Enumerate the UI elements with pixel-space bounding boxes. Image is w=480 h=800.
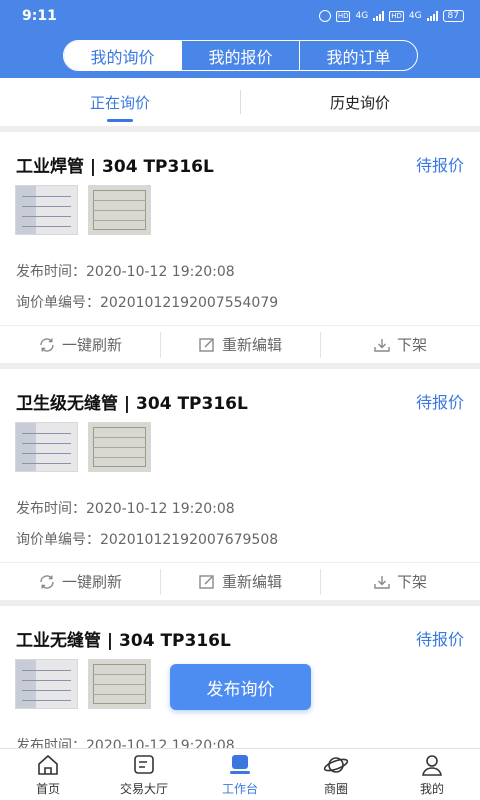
inquiry-title: 工业无缝管 | 304 TP316L — [16, 631, 231, 651]
attachment-thumbnails — [15, 422, 151, 472]
tab-my-order[interactable]: 我的订单 — [299, 41, 417, 70]
download-icon — [374, 575, 390, 589]
nav-label: 工作台 — [221, 781, 258, 796]
attachment-thumbnails — [15, 659, 151, 709]
card-actions: 一键刷新 重新编辑 下架 — [0, 325, 480, 363]
nav-business-circle[interactable]: 商圈 — [288, 749, 384, 800]
card-actions: 一键刷新 重新编辑 下架 — [0, 562, 480, 600]
edit-label: 重新编辑 — [221, 336, 282, 354]
unlist-button[interactable]: 下架 — [320, 563, 480, 600]
network-type-2: 4G — [408, 11, 422, 21]
signal-icon-2 — [426, 11, 438, 21]
planet-icon — [323, 756, 349, 773]
nav-label: 首页 — [35, 781, 60, 796]
unlist-label: 下架 — [396, 336, 427, 354]
status-badge: 待报价 — [415, 393, 464, 412]
inquiry-number: 询价单编号：20201012192007554079 — [16, 295, 279, 311]
user-icon — [422, 754, 442, 776]
trade-hall-icon — [134, 754, 154, 774]
attachment-image[interactable] — [15, 185, 78, 235]
nav-mine[interactable]: 我的 — [384, 749, 480, 800]
nav-trade-hall[interactable]: 交易大厅 — [96, 749, 192, 800]
nav-label: 我的 — [419, 781, 444, 796]
status-badge: 待报价 — [415, 156, 464, 175]
status-bar: 9:11 HD 4G HD 4G 87 — [0, 0, 480, 32]
subtab-history[interactable]: 历史询价 — [240, 78, 480, 126]
refresh-icon — [40, 337, 54, 352]
refresh-icon — [40, 574, 54, 589]
signal-icon — [373, 11, 385, 21]
divider — [240, 90, 241, 114]
status-time: 9:11 — [22, 8, 57, 24]
app-header: 9:11 HD 4G HD 4G 87 我的询价 我的报价 我的订单 — [0, 0, 480, 78]
inquiry-title: 工业焊管 | 304 TP316L — [16, 157, 214, 177]
inquiry-title: 卫生级无缝管 | 304 TP316L — [16, 394, 248, 414]
nav-label: 交易大厅 — [119, 781, 168, 796]
inquiry-number: 询价单编号：20201012192007679508 — [16, 532, 279, 548]
inquiry-card[interactable]: 卫生级无缝管 | 304 TP316L 待报价 发布时间：2020-10-12 … — [0, 369, 480, 600]
publish-time: 发布时间：2020-10-12 19:20:08 — [16, 264, 235, 280]
tab-my-quote[interactable]: 我的报价 — [181, 41, 299, 70]
network-type: 4G — [355, 11, 369, 21]
attachment-image[interactable] — [88, 422, 151, 472]
status-icons: HD 4G HD 4G 87 — [318, 10, 464, 22]
workbench-icon — [230, 754, 250, 774]
refresh-label: 一键刷新 — [61, 336, 122, 354]
refresh-button[interactable]: 一键刷新 — [0, 563, 160, 600]
refresh-button[interactable]: 一键刷新 — [0, 326, 160, 363]
nav-workbench[interactable]: 工作台 — [192, 749, 288, 800]
sub-tabs: 正在询价 历史询价 — [0, 78, 480, 126]
edit-icon — [199, 574, 214, 589]
inquiry-card[interactable]: 工业焊管 | 304 TP316L 待报价 发布时间：2020-10-12 19… — [0, 132, 480, 363]
attachment-image[interactable] — [15, 659, 78, 709]
battery-icon: 87 — [442, 10, 464, 22]
segment-tabs: 我的询价 我的报价 我的订单 — [63, 40, 418, 71]
unlist-label: 下架 — [396, 573, 427, 591]
alarm-icon — [318, 10, 331, 22]
attachment-image[interactable] — [88, 659, 151, 709]
attachment-image[interactable] — [88, 185, 151, 235]
publish-inquiry-button[interactable]: 发布询价 — [170, 664, 311, 710]
edit-button[interactable]: 重新编辑 — [160, 326, 320, 363]
attachment-image[interactable] — [15, 422, 78, 472]
nav-home[interactable]: 首页 — [0, 749, 96, 800]
inquiry-list: 工业焊管 | 304 TP316L 待报价 发布时间：2020-10-12 19… — [0, 126, 480, 748]
status-badge: 待报价 — [415, 630, 464, 649]
publish-time: 发布时间：2020-10-12 19:20:08 — [16, 738, 235, 748]
publish-time: 发布时间：2020-10-12 19:20:08 — [16, 501, 235, 517]
tab-my-inquiry[interactable]: 我的询价 — [64, 41, 181, 70]
download-icon — [374, 338, 390, 352]
attachment-thumbnails — [15, 185, 151, 235]
refresh-label: 一键刷新 — [61, 573, 122, 591]
edit-icon — [199, 337, 214, 352]
edit-label: 重新编辑 — [221, 573, 282, 591]
network-badge-2: HD — [389, 10, 404, 22]
bottom-nav: 首页 交易大厅 工作台 商圈 我的 — [0, 748, 480, 800]
home-icon — [38, 754, 58, 775]
subtab-ongoing[interactable]: 正在询价 — [0, 78, 240, 126]
nav-label: 商圈 — [323, 781, 348, 796]
edit-button[interactable]: 重新编辑 — [160, 563, 320, 600]
network-badge: HD — [335, 10, 351, 22]
unlist-button[interactable]: 下架 — [320, 326, 480, 363]
